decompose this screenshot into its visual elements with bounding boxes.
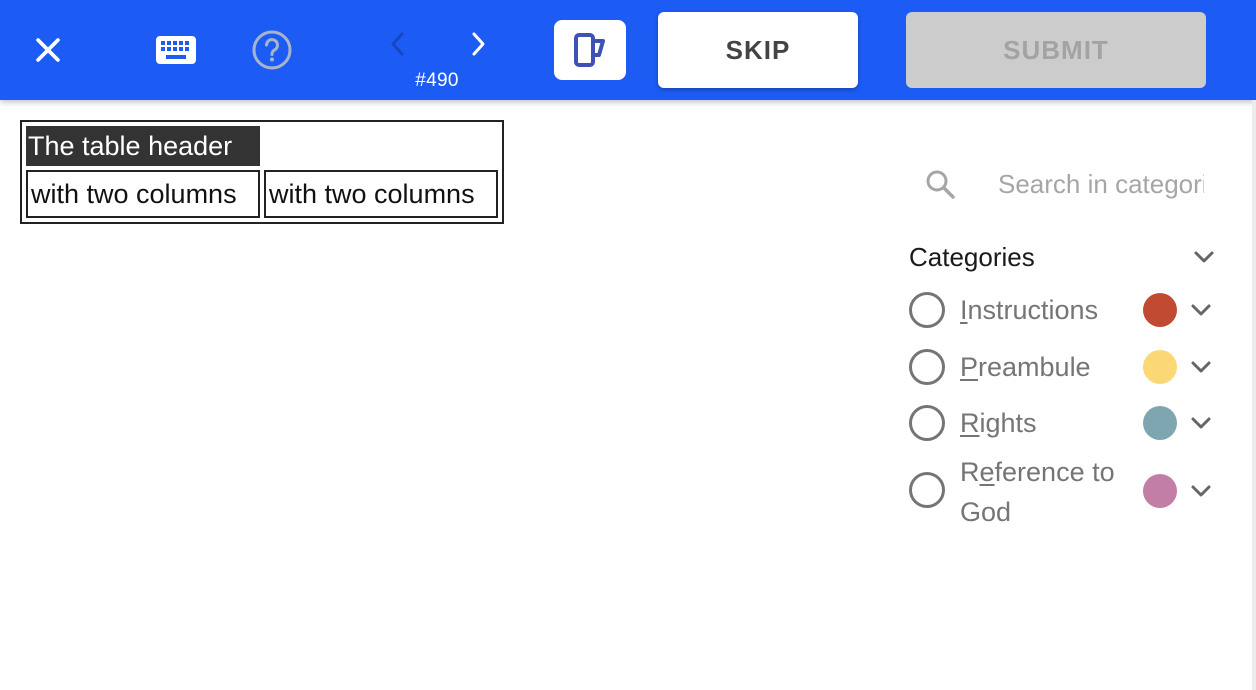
content-table: The table header with two columns with t… [20, 120, 504, 224]
chevron-down-icon[interactable] [1186, 476, 1216, 506]
category-color-swatch [1143, 474, 1177, 508]
category-radio[interactable] [909, 472, 945, 508]
category-radio[interactable] [909, 349, 945, 385]
category-color-swatch [1143, 406, 1177, 440]
toolbar: #490 SKIP SUBMIT [0, 0, 1256, 100]
table-cell: with two columns [264, 170, 498, 218]
category-label: Instructions [960, 295, 1099, 325]
skip-button[interactable]: SKIP [658, 12, 858, 88]
table-cell: with two columns [26, 170, 260, 218]
keyboard-icon [156, 36, 196, 64]
category-item-instructions[interactable]: Instructions [909, 290, 1219, 330]
close-button[interactable] [26, 28, 70, 72]
chevron-down-icon[interactable] [1186, 295, 1216, 325]
task-id: #490 [415, 70, 459, 91]
category-item-preambule[interactable]: Preambule [909, 347, 1219, 387]
chevron-right-icon [472, 32, 485, 56]
categories-header: Categories [909, 236, 1219, 278]
category-item-reference-to-god[interactable]: Reference to God [909, 452, 1219, 532]
close-icon [36, 38, 60, 62]
previous-button[interactable] [380, 26, 416, 62]
category-label: Reference to God [960, 457, 1115, 527]
category-radio[interactable] [909, 405, 945, 441]
categories-title: Categories [909, 241, 1035, 272]
submit-button[interactable]: SUBMIT [906, 12, 1206, 88]
chevron-down-icon[interactable] [1186, 408, 1216, 438]
help-icon [252, 30, 292, 70]
table-header: The table header [26, 126, 260, 166]
category-color-swatch [1143, 350, 1177, 384]
keyboard-shortcuts-button[interactable] [152, 30, 200, 70]
drink-break-button[interactable] [554, 20, 626, 80]
category-search [920, 160, 1220, 206]
next-button[interactable] [460, 26, 496, 62]
chevron-down-icon[interactable] [1186, 352, 1216, 382]
category-label: Preambule [960, 352, 1091, 382]
chevron-left-icon [391, 32, 404, 56]
search-icon [920, 164, 960, 204]
chevron-down-icon[interactable] [1189, 242, 1219, 272]
category-radio[interactable] [909, 292, 945, 328]
category-label: Rights [960, 408, 1037, 438]
category-item-rights[interactable]: Rights [909, 403, 1219, 443]
mug-icon [574, 33, 605, 67]
help-button[interactable] [248, 26, 296, 74]
category-color-swatch [1143, 293, 1177, 327]
search-input[interactable] [998, 164, 1204, 204]
scrollbar[interactable] [1252, 100, 1256, 690]
